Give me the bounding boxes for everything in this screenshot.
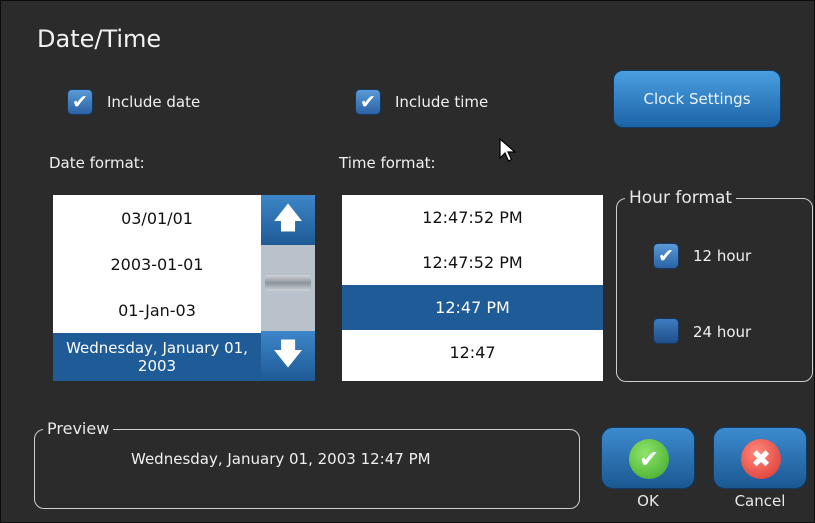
hour-format-legend: Hour format: [625, 188, 737, 208]
include-time-label: Include time: [395, 93, 489, 111]
date-format-list: 03/01/01 2003-01-01 01-Jan-03 Wednesday,…: [53, 195, 261, 381]
scroll-thumb[interactable]: [265, 275, 311, 291]
include-date-label: Include date: [107, 93, 201, 111]
checkmark-icon: ✔: [72, 91, 88, 113]
time-format-option-selected[interactable]: 12:47 PM: [342, 285, 603, 330]
preview-group: [34, 429, 580, 509]
arrow-up-icon: 🡅: [272, 201, 304, 236]
time-format-list: 12:47:52 PM 12:47:52 PM 12:47 PM 12:47: [342, 195, 603, 381]
12-hour-checkbox[interactable]: ✔: [653, 243, 679, 269]
scroll-up-button[interactable]: 🡅: [261, 195, 315, 245]
date-format-option[interactable]: 01-Jan-03: [53, 287, 261, 333]
include-time-checkbox[interactable]: ✔: [355, 89, 381, 115]
date-format-label: Date format:: [49, 154, 145, 172]
time-format-option[interactable]: 12:47:52 PM: [342, 240, 603, 285]
ok-label: OK: [637, 492, 659, 510]
cancel-button[interactable]: ✖: [713, 427, 807, 489]
24-hour-checkbox[interactable]: [653, 318, 679, 344]
checkmark-icon: ✔: [658, 245, 674, 267]
24-hour-label: 24 hour: [693, 323, 752, 341]
date-format-option[interactable]: 2003-01-01: [53, 241, 261, 287]
date-format-scrollbar[interactable]: 🡅 🡇: [261, 195, 315, 381]
date-time-dialog: Date/Time ✔ Include date ✔ Include time …: [0, 0, 815, 523]
arrow-down-icon: 🡇: [272, 337, 304, 372]
checkmark-icon: ✔: [360, 91, 376, 113]
cancel-label: Cancel: [734, 492, 786, 510]
checkmark-icon: ✔: [629, 439, 669, 479]
time-format-option[interactable]: 12:47: [342, 330, 603, 375]
clock-settings-button[interactable]: Clock Settings: [613, 70, 781, 128]
time-format-option[interactable]: 12:47:52 PM: [342, 195, 603, 240]
12-hour-label: 12 hour: [693, 247, 752, 265]
date-format-option-selected[interactable]: Wednesday, January 01, 2003: [53, 333, 261, 381]
scroll-down-button[interactable]: 🡇: [261, 331, 315, 381]
dialog-title: Date/Time: [37, 25, 162, 53]
ok-button[interactable]: ✔: [601, 427, 695, 489]
x-icon: ✖: [741, 439, 781, 479]
include-date-checkbox[interactable]: ✔: [67, 89, 93, 115]
date-format-option[interactable]: 03/01/01: [53, 195, 261, 241]
preview-text: Wednesday, January 01, 2003 12:47 PM: [131, 450, 431, 468]
mouse-pointer-icon: [499, 138, 517, 162]
time-format-label: Time format:: [339, 154, 436, 172]
hour-format-group: [616, 198, 813, 382]
preview-legend: Preview: [43, 419, 114, 438]
